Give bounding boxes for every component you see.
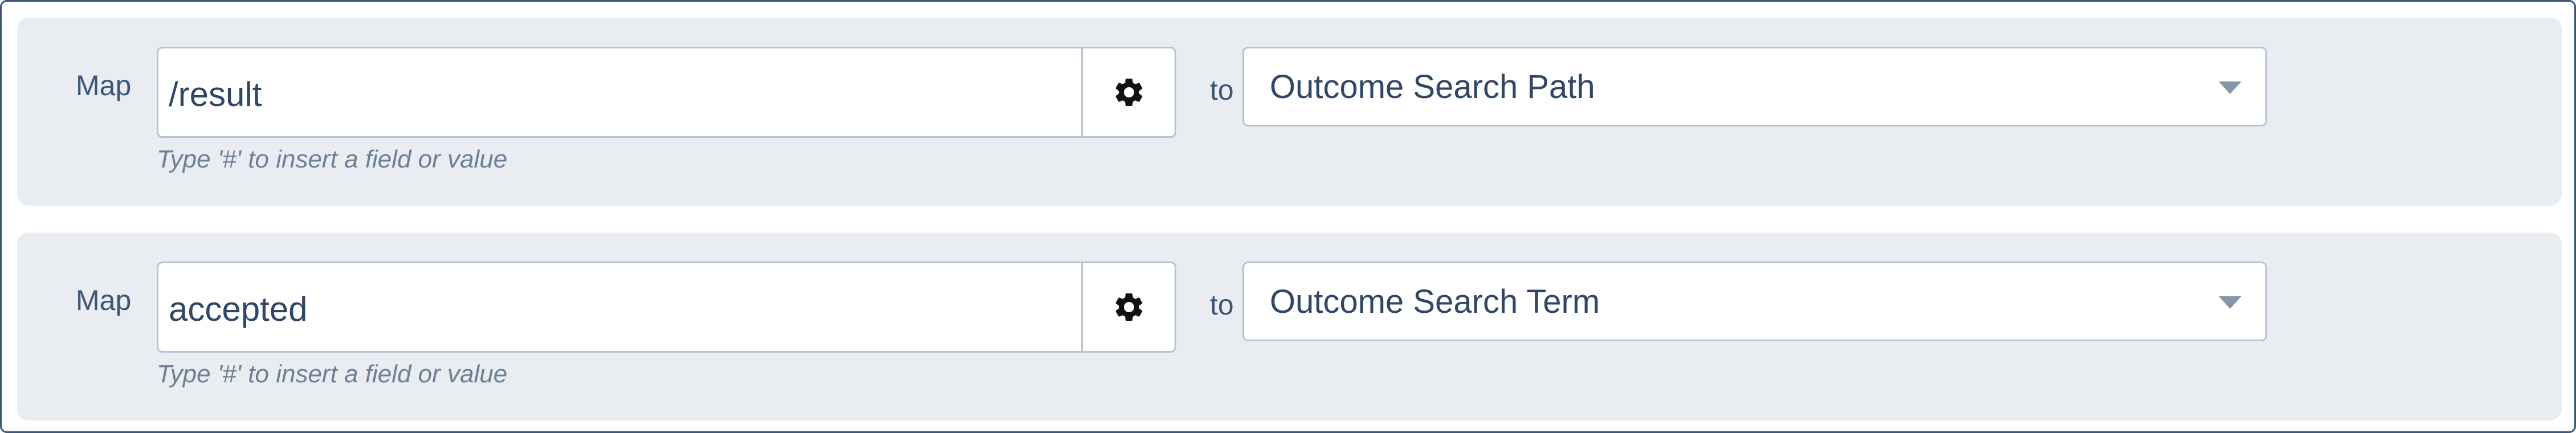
target-field-value: Outcome Search Path (1270, 68, 1595, 105)
to-label: to (1210, 74, 1234, 106)
mapping-row: Map accepted Type '#' to insert a field … (17, 232, 2562, 420)
map-label: Map (76, 284, 132, 316)
source-value-text: accepted (169, 290, 308, 328)
source-value-input[interactable]: /result (157, 47, 1083, 138)
target-field-select[interactable]: Outcome Search Path (1242, 47, 2267, 126)
chevron-down-icon (2219, 296, 2241, 309)
field-options-button[interactable] (1081, 47, 1176, 138)
field-options-button[interactable] (1081, 262, 1176, 353)
target-field-select[interactable]: Outcome Search Term (1242, 262, 2267, 341)
to-label: to (1210, 289, 1234, 321)
mapping-row: Map /result Type '#' to insert a field o… (17, 18, 2562, 206)
target-field-value: Outcome Search Term (1270, 283, 1600, 320)
gear-icon (1115, 79, 1142, 106)
field-mapping-panel: Map /result Type '#' to insert a field o… (0, 0, 2576, 433)
map-label: Map (76, 70, 132, 101)
input-hint: Type '#' to insert a field or value (157, 145, 508, 173)
chevron-down-icon (2219, 81, 2241, 94)
input-hint: Type '#' to insert a field or value (157, 360, 508, 388)
source-value-text: /result (169, 75, 262, 113)
source-value-input[interactable]: accepted (157, 262, 1083, 353)
gear-icon (1115, 293, 1142, 321)
